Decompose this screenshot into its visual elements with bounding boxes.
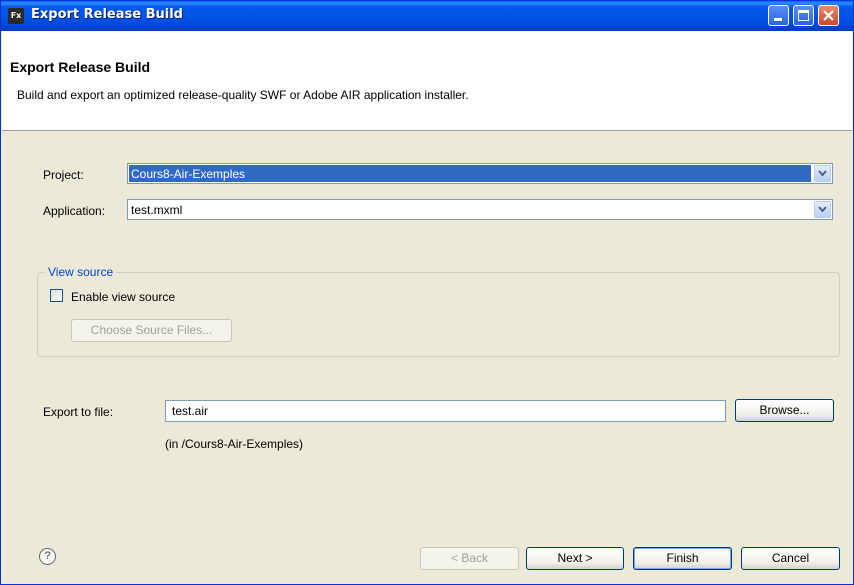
export-path-note: (in /Cours8-Air-Exemples) xyxy=(165,437,304,451)
title-bar[interactable]: Fx Export Release Build xyxy=(1,1,853,31)
enable-view-source-label[interactable]: Enable view source xyxy=(71,290,175,304)
view-source-group xyxy=(37,272,840,357)
dropdown-button[interactable] xyxy=(814,201,831,218)
back-button[interactable]: < Back xyxy=(420,547,519,570)
next-button[interactable]: Next > xyxy=(526,547,624,570)
minimize-icon xyxy=(774,18,782,21)
project-select[interactable]: Cours8-Air-Exemples xyxy=(127,163,833,184)
chevron-down-icon xyxy=(818,206,827,213)
export-file-value: test.air xyxy=(172,404,209,418)
minimize-button[interactable] xyxy=(768,5,789,26)
dropdown-button[interactable] xyxy=(814,165,831,182)
export-file-input[interactable]: test.air xyxy=(165,400,726,422)
help-icon[interactable]: ? xyxy=(39,548,56,565)
application-value: test.mxml xyxy=(131,203,183,217)
wizard-header: Export Release Build Build and export an… xyxy=(2,31,852,131)
application-select[interactable]: test.mxml xyxy=(127,199,833,220)
application-label: Application: xyxy=(43,204,106,218)
close-button[interactable] xyxy=(818,5,839,26)
page-title: Export Release Build xyxy=(10,59,151,75)
project-label: Project: xyxy=(43,168,84,182)
export-release-build-dialog: Fx Export Release Build Export Release B… xyxy=(0,0,854,585)
close-icon xyxy=(823,10,834,21)
export-to-file-label: Export to file: xyxy=(43,405,114,419)
maximize-button[interactable] xyxy=(793,5,814,26)
flex-app-icon: Fx xyxy=(8,8,24,24)
cancel-button[interactable]: Cancel xyxy=(741,547,840,570)
project-value: Cours8-Air-Exemples xyxy=(131,167,246,181)
window-title: Export Release Build xyxy=(31,7,183,22)
enable-view-source-checkbox[interactable] xyxy=(50,289,63,302)
finish-button[interactable]: Finish xyxy=(633,547,732,570)
view-source-group-title: View source xyxy=(45,265,117,279)
page-description: Build and export an optimized release-qu… xyxy=(17,88,469,102)
choose-source-files-button[interactable]: Choose Source Files... xyxy=(71,319,232,342)
chevron-down-icon xyxy=(818,170,827,177)
browse-button[interactable]: Browse... xyxy=(735,399,834,422)
maximize-icon xyxy=(798,10,809,21)
